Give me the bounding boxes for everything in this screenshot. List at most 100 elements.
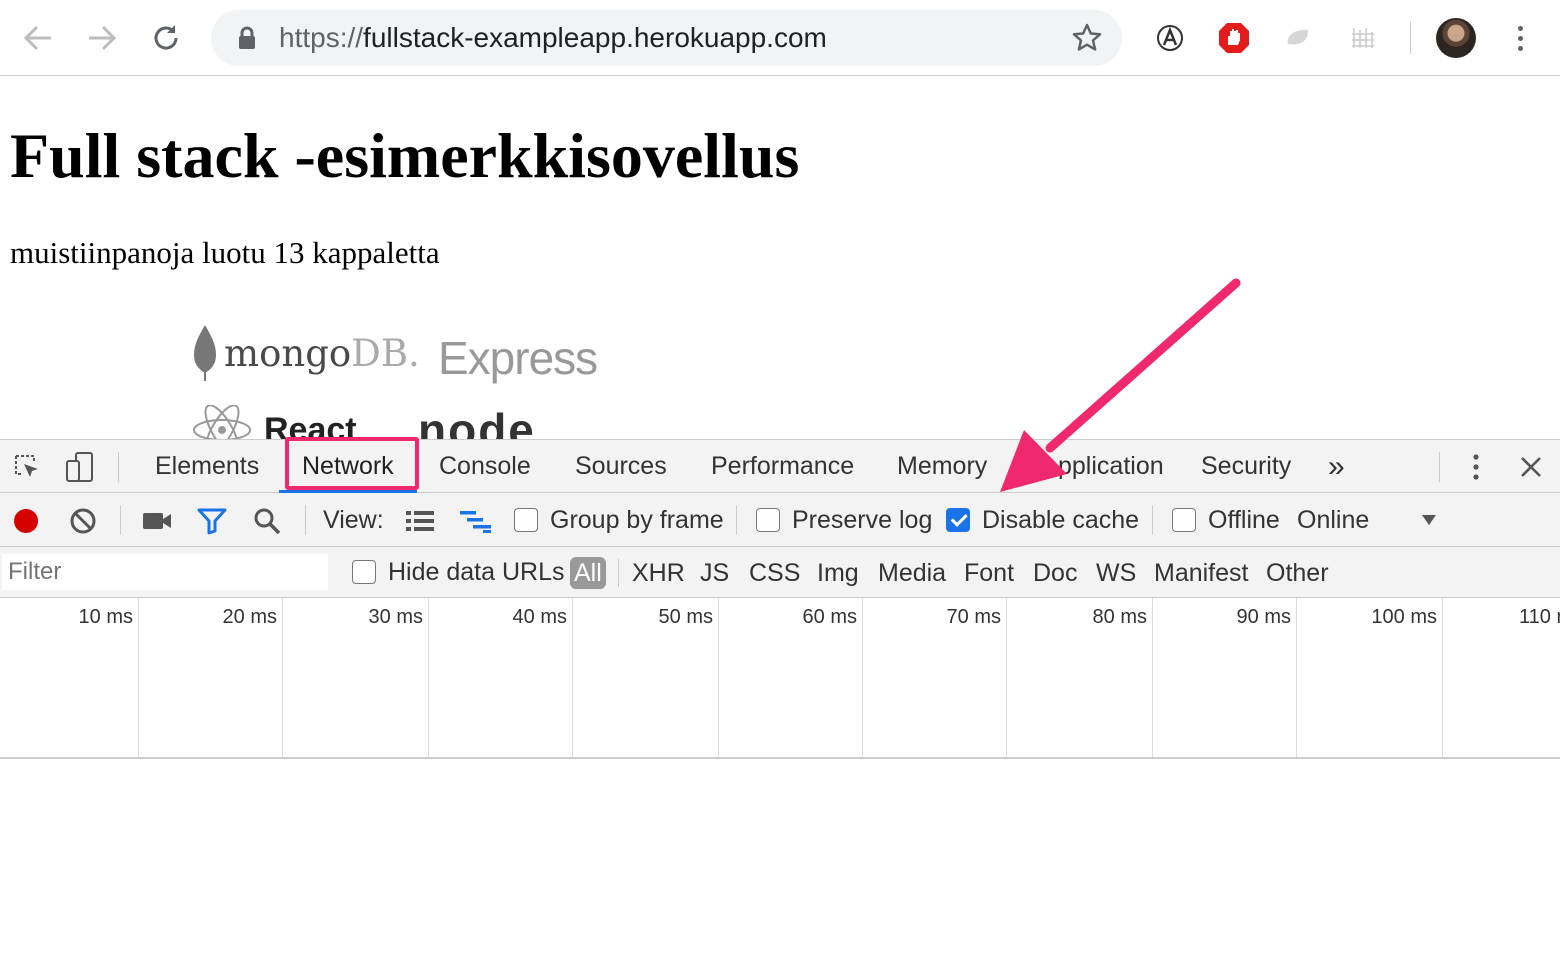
tab-application[interactable]: pplication (1058, 440, 1164, 493)
timeline-tick: 50 ms (573, 598, 719, 757)
type-filter-media[interactable]: Media (878, 557, 946, 589)
filter-separator (618, 559, 619, 587)
offline-checkbox[interactable] (1172, 508, 1196, 532)
type-filter-font[interactable]: Font (964, 557, 1014, 589)
tab-console[interactable]: Console (439, 440, 531, 493)
toolbar-separator (736, 505, 737, 535)
type-filter-ws[interactable]: WS (1096, 557, 1136, 589)
type-filter-js[interactable]: JS (700, 557, 729, 589)
type-filter-xhr[interactable]: XHR (632, 557, 685, 589)
chevron-down-icon[interactable] (1418, 509, 1440, 531)
reload-icon[interactable] (148, 20, 184, 56)
preserve-log-checkbox[interactable] (756, 508, 780, 532)
list-view-icon[interactable] (403, 505, 437, 537)
group-by-frame-checkbox[interactable] (514, 508, 538, 532)
tick-label: 90 ms (1236, 606, 1291, 628)
disable-cache-checkbox[interactable] (946, 508, 970, 532)
tab-separator (118, 452, 119, 482)
stack-logos: mongoDB. Express React node (190, 317, 610, 439)
mongodb-logo: mongoDB. (192, 325, 420, 381)
type-filter-doc[interactable]: Doc (1033, 557, 1077, 589)
toolbar-separator (1410, 22, 1411, 54)
notes-count-text: muistiinpanoja luotu 13 kappaletta (10, 235, 440, 270)
timeline-tick: 100 ms (1297, 598, 1443, 757)
tab-security[interactable]: Security (1201, 440, 1291, 493)
throttling-select[interactable]: Online (1297, 506, 1369, 535)
extension-gray-icon[interactable] (1280, 20, 1316, 56)
offline-label: Offline (1208, 506, 1280, 534)
page-title: Full stack -esimerkkisovellus (10, 120, 800, 191)
filter-funnel-icon[interactable] (195, 505, 229, 537)
tick-label: 30 ms (368, 606, 423, 628)
inspect-element-icon[interactable] (10, 451, 44, 483)
devtools-tab-bar: Elements Network Console Sources Perform… (0, 439, 1560, 493)
bookmark-star-icon[interactable] (1072, 23, 1102, 58)
profile-avatar[interactable] (1436, 18, 1476, 58)
timeline-tick: 10 ms (0, 598, 139, 757)
timeline-tick: 20 ms (139, 598, 283, 757)
tab-memory[interactable]: Memory (897, 440, 987, 493)
tick-label: 50 ms (658, 606, 713, 628)
clear-icon[interactable] (66, 505, 100, 537)
tick-label: 110 ms (1519, 606, 1560, 628)
view-label: View: (323, 506, 384, 534)
browser-menu-icon[interactable] (1505, 20, 1535, 56)
timeline-tick: 90 ms (1153, 598, 1297, 757)
tab-separator (1439, 452, 1440, 482)
tick-label: 70 ms (946, 606, 1001, 628)
waterfall-view-icon[interactable] (458, 505, 494, 537)
record-icon[interactable] (10, 505, 42, 537)
tick-label: 10 ms (78, 606, 133, 628)
toolbar-separator (120, 505, 121, 535)
timeline-tick: 70 ms (863, 598, 1007, 757)
type-filter-img[interactable]: Img (817, 557, 859, 589)
tick-label: 20 ms (222, 606, 277, 628)
toolbar-separator (305, 505, 306, 535)
web-page: Full stack -esimerkkisovellus muistiinpa… (0, 77, 1560, 439)
address-bar[interactable]: https://fullstack-exampleapp.herokuapp.c… (211, 10, 1122, 66)
toolbar-separator (1152, 505, 1153, 535)
type-filter-css[interactable]: CSS (749, 557, 800, 589)
url-text: https://fullstack-exampleapp.herokuapp.c… (279, 22, 827, 53)
network-tab-highlight (285, 437, 419, 490)
back-arrow-icon[interactable] (20, 20, 56, 56)
extension-grid-icon[interactable] (1344, 20, 1380, 56)
type-filter-manifest[interactable]: Manifest (1154, 557, 1248, 589)
tick-label: 40 ms (512, 606, 567, 628)
type-filter-other[interactable]: Other (1266, 557, 1329, 589)
tab-elements[interactable]: Elements (155, 440, 259, 493)
tick-label: 60 ms (802, 606, 857, 628)
tick-label: 100 ms (1371, 606, 1437, 628)
timeline-tick: 80 ms (1007, 598, 1153, 757)
type-filter-all[interactable]: All (570, 557, 606, 589)
tick-label: 80 ms (1092, 606, 1147, 628)
devtools-menu-icon[interactable] (1466, 452, 1486, 482)
extension-a-icon[interactable] (1152, 20, 1188, 56)
network-overview-timeline[interactable]: 10 ms 20 ms 30 ms 40 ms 50 ms 60 ms 70 m… (0, 598, 1560, 759)
timeline-tick: 40 ms (429, 598, 573, 757)
filter-bar: Hide data URLs All XHR JS CSS Img Media … (0, 547, 1560, 598)
close-devtools-icon[interactable] (1516, 452, 1546, 482)
devtools-panel: Elements Network Console Sources Perform… (0, 439, 1560, 966)
more-tabs-icon[interactable]: » (1328, 440, 1345, 493)
disable-cache-label: Disable cache (982, 506, 1140, 534)
search-icon[interactable] (250, 505, 284, 537)
timeline-tick: 60 ms (719, 598, 863, 757)
hide-data-urls-checkbox[interactable] (352, 560, 376, 584)
lock-icon (237, 26, 257, 55)
timeline-tick: 30 ms (283, 598, 429, 757)
device-toolbar-icon[interactable] (62, 451, 98, 483)
react-logo: React (190, 405, 357, 439)
timeline-tick: 110 ms (1443, 598, 1560, 757)
screenshot-camera-icon[interactable] (140, 505, 174, 537)
tab-performance[interactable]: Performance (711, 440, 854, 493)
filter-input[interactable] (2, 554, 328, 590)
group-by-frame-label: Group by frame (550, 506, 724, 534)
hide-data-urls-label: Hide data URLs (388, 558, 565, 586)
nodejs-logo: node (418, 404, 536, 439)
tab-sources[interactable]: Sources (575, 440, 667, 493)
forward-arrow-icon[interactable] (84, 20, 120, 56)
browser-toolbar: https://fullstack-exampleapp.herokuapp.c… (0, 0, 1560, 76)
adblock-icon[interactable] (1216, 20, 1252, 56)
preserve-log-label: Preserve log (792, 506, 933, 534)
